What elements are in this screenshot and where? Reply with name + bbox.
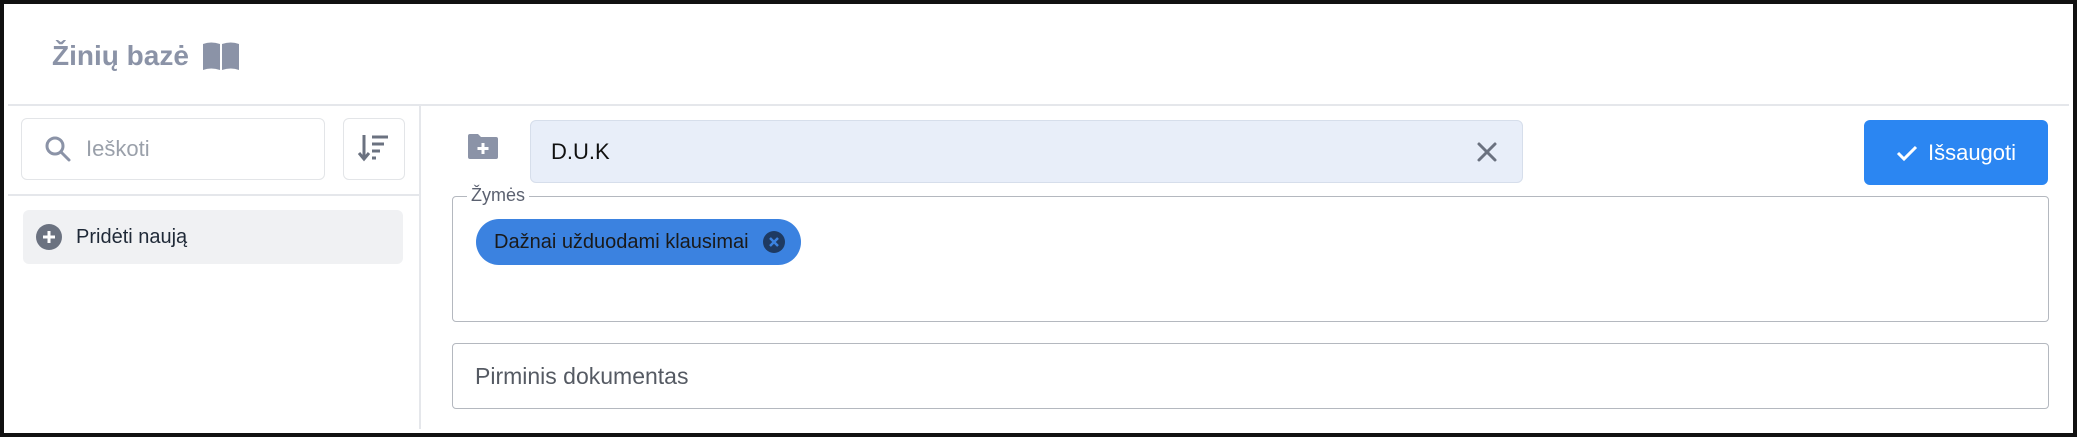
sidebar-divider — [8, 194, 419, 196]
header: Žinių bazė — [8, 8, 2069, 106]
primary-document-field[interactable]: Pirminis dokumentas — [452, 343, 2049, 409]
book-icon — [201, 40, 241, 72]
save-button[interactable]: Išsaugoti — [1864, 120, 2048, 185]
tag-chip: Dažnai užduodami klausimai — [476, 219, 801, 265]
app-window: Žinių bazė Ieškoti Pridėti naują D.U.K I… — [0, 0, 2077, 437]
add-folder-button[interactable] — [463, 128, 503, 168]
sort-button[interactable] — [343, 118, 405, 180]
sort-icon — [357, 132, 391, 167]
add-new-label: Pridėti naują — [76, 225, 188, 248]
search-icon — [44, 135, 72, 163]
plus-icon — [36, 224, 62, 250]
folder-plus-icon — [467, 132, 499, 165]
search-box[interactable] — [21, 118, 325, 180]
page-title: Žinių bazė — [52, 40, 189, 71]
save-label: Išsaugoti — [1927, 139, 2017, 165]
name-input[interactable] — [549, 137, 1433, 166]
tags-label: Žymės — [467, 185, 529, 206]
clear-icon[interactable] — [1474, 139, 1500, 165]
sidebar: Pridėti naują — [8, 106, 421, 429]
primary-document-placeholder: Pirminis dokumentas — [475, 362, 689, 389]
main-panel: Išsaugoti Žymės Dažnai užduodami klausim… — [421, 106, 2069, 429]
check-icon — [1896, 144, 1918, 162]
remove-tag-icon[interactable] — [762, 231, 785, 253]
name-field[interactable] — [530, 120, 1523, 183]
tag-chip-label: Dažnai užduodami klausimai — [494, 230, 749, 253]
tags-field[interactable]: Žymės Dažnai užduodami klausimai — [452, 185, 2049, 322]
search-input[interactable] — [84, 135, 288, 163]
add-new-button[interactable]: Pridėti naują — [23, 210, 403, 264]
